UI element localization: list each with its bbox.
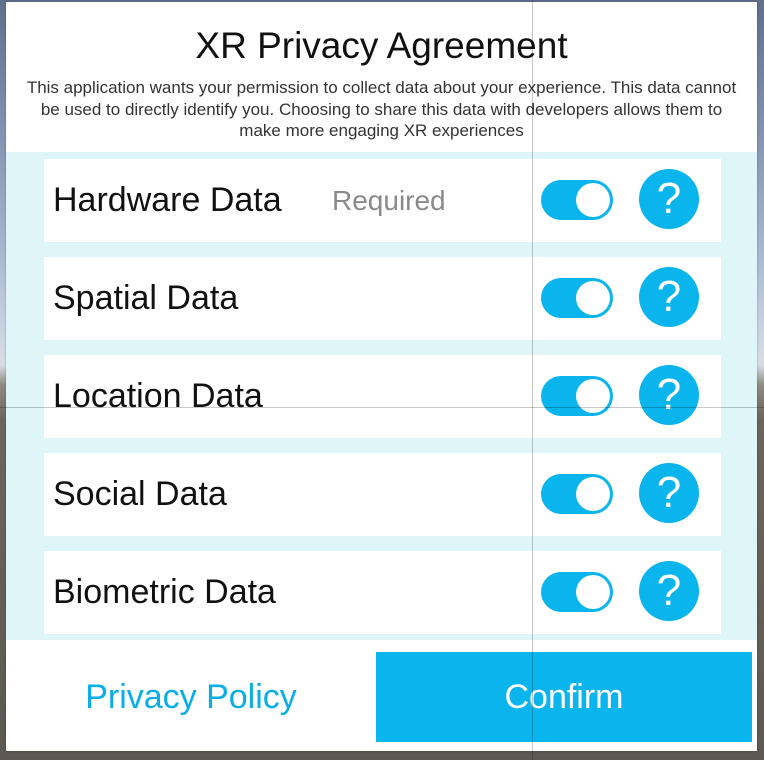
- toggle-knob: [576, 477, 610, 511]
- toggle-knob: [576, 281, 610, 315]
- row-label: Biometric Data: [53, 573, 276, 611]
- row-label: Hardware Data: [53, 181, 282, 219]
- privacy-policy-link[interactable]: Privacy Policy: [6, 652, 376, 742]
- help-question-icon[interactable]: ?: [639, 561, 699, 621]
- help-question-icon[interactable]: ?: [639, 267, 699, 327]
- dialog-title: XR Privacy Agreement: [195, 25, 568, 66]
- data-category-list: Hardware Data Required ? Spatial Data ? …: [6, 152, 757, 640]
- row-biometric-data: Biometric Data ?: [44, 551, 721, 634]
- row-hardware-data: Hardware Data Required ?: [44, 159, 721, 242]
- privacy-dialog: XR Privacy Agreement This application wa…: [6, 2, 757, 751]
- location-data-toggle[interactable]: [541, 376, 613, 416]
- row-label: Spatial Data: [53, 279, 239, 317]
- row-label: Location Data: [53, 377, 263, 415]
- dialog-description: This application wants your permission t…: [26, 78, 737, 140]
- row-label: Social Data: [53, 475, 227, 513]
- toggle-knob: [576, 183, 610, 217]
- row-spatial-data: Spatial Data ?: [44, 257, 721, 340]
- help-question-icon[interactable]: ?: [639, 169, 699, 229]
- required-badge: Required: [332, 185, 446, 216]
- social-data-toggle[interactable]: [541, 474, 613, 514]
- confirm-button[interactable]: Confirm: [376, 652, 752, 742]
- toggle-knob: [576, 379, 610, 413]
- help-question-icon[interactable]: ?: [639, 463, 699, 523]
- row-social-data: Social Data ?: [44, 453, 721, 536]
- toggle-knob: [576, 575, 610, 609]
- row-location-data: Location Data ?: [44, 355, 721, 438]
- help-question-icon[interactable]: ?: [639, 365, 699, 425]
- hardware-data-toggle[interactable]: [541, 180, 613, 220]
- biometric-data-toggle[interactable]: [541, 572, 613, 612]
- spatial-data-toggle[interactable]: [541, 278, 613, 318]
